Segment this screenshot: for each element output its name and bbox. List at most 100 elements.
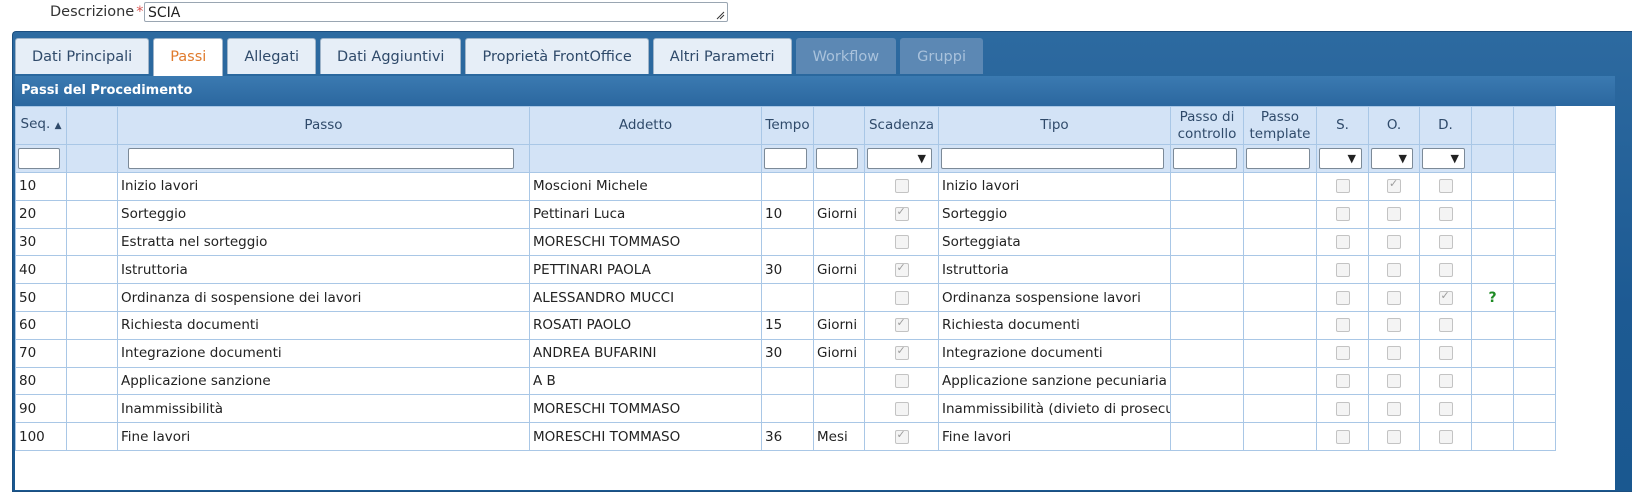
tempo-cell: 36 — [761, 422, 814, 451]
tab-altri-parametri[interactable]: Altri Parametri — [652, 38, 792, 74]
table-row[interactable]: 90 Inammissibilità MORESCHI TOMMASO Inammis… — [15, 394, 1556, 424]
d-checkbox[interactable] — [1438, 318, 1453, 333]
scadenza-checkbox[interactable] — [894, 401, 909, 416]
filter-passo-template-input[interactable] — [1246, 148, 1310, 169]
filter-cell-passo-controllo — [1170, 144, 1244, 173]
col-header-empty-4 — [1513, 106, 1556, 145]
filter-cell-seq — [15, 144, 67, 173]
filter-passo-input[interactable] — [128, 148, 514, 169]
scadenza-checkbox[interactable] — [894, 344, 909, 361]
empty-cell — [1513, 227, 1556, 257]
scadenza-cell — [864, 172, 939, 201]
scadenza-checkbox[interactable] — [894, 261, 909, 277]
d-checkbox[interactable] — [1438, 234, 1453, 249]
o-checkbox[interactable] — [1387, 290, 1401, 305]
table-row[interactable]: 50 Ordinanza di sospensione dei lavori ALE… — [15, 283, 1556, 312]
o-checkbox[interactable] — [1387, 207, 1401, 222]
tab-allegati[interactable]: Allegati — [227, 38, 317, 74]
o-checkbox[interactable] — [1387, 262, 1401, 277]
s-checkbox[interactable] — [1335, 401, 1350, 416]
description-field[interactable]: SCIA — [144, 2, 728, 22]
empty-cell — [1513, 310, 1556, 340]
d-checkbox[interactable] — [1438, 401, 1453, 416]
o-checkbox[interactable] — [1387, 318, 1401, 333]
empty-cell — [66, 199, 118, 229]
d-checkbox[interactable] — [1438, 179, 1453, 194]
chevron-down-icon: ▼ — [1398, 152, 1407, 165]
filter-s-select[interactable]: ▼ — [1319, 148, 1362, 169]
s-checkbox[interactable] — [1335, 429, 1350, 444]
col-header-d[interactable]: D. — [1419, 106, 1472, 145]
filter-cell-passo-template — [1243, 144, 1317, 173]
filter-d-select[interactable]: ▼ — [1422, 148, 1465, 169]
s-checkbox[interactable] — [1335, 290, 1350, 305]
table-row[interactable]: 40IstruttoriaPETTINARI PAOLA30GiorniIstr… — [15, 255, 1556, 285]
scadenza-checkbox[interactable] — [894, 205, 909, 222]
passo-template-cell — [1243, 172, 1317, 201]
tab-dati-principali[interactable]: Dati Principali — [15, 38, 150, 74]
resize-grip-icon[interactable] — [716, 11, 725, 20]
table-row[interactable]: 10 Inizio lavori Moscioni Michele Inizio la… — [15, 172, 1556, 201]
o-checkbox[interactable] — [1387, 234, 1401, 249]
col-header-empty-1 — [66, 106, 118, 145]
s-checkbox[interactable] — [1335, 207, 1350, 222]
table-row[interactable]: 70 Integrazione documenti ANDREA BUFARINI 3… — [15, 338, 1556, 368]
s-checkbox[interactable] — [1335, 179, 1350, 194]
s-checkbox[interactable] — [1335, 262, 1350, 277]
help-cell — [1471, 394, 1514, 424]
d-checkbox[interactable] — [1438, 373, 1453, 388]
filter-tipo-input[interactable] — [941, 148, 1164, 169]
d-checkbox[interactable] — [1438, 262, 1453, 277]
d-checkbox[interactable] — [1438, 207, 1453, 222]
scadenza-checkbox[interactable] — [894, 428, 909, 444]
col-header-passo-controllo[interactable]: Passo di controllo — [1170, 106, 1244, 145]
filter-unita-input[interactable] — [816, 148, 858, 169]
table-row[interactable]: 60 Richiesta documenti ROSATI PAOLO 15 Giorn… — [15, 310, 1556, 340]
d-cell — [1419, 422, 1472, 451]
s-checkbox[interactable] — [1335, 346, 1350, 361]
s-checkbox[interactable] — [1335, 373, 1350, 388]
scadenza-checkbox[interactable] — [894, 179, 909, 194]
d-checkbox[interactable] — [1438, 289, 1453, 305]
col-header-s[interactable]: S. — [1316, 106, 1369, 145]
d-cell — [1419, 366, 1472, 396]
filter-o-select[interactable]: ▼ — [1371, 148, 1413, 169]
tab-passi[interactable]: Passi — [153, 38, 224, 76]
filter-scadenza-select[interactable]: ▼ — [867, 148, 932, 169]
addetto-cell: MORESCHI TOMMASO — [529, 394, 762, 424]
col-header-seq[interactable]: Seq. ▲ — [15, 106, 67, 145]
help-icon[interactable]: ? — [1488, 290, 1496, 306]
tab-content: Passi del Procedimento Seq. ▲ Passo Adde… — [15, 76, 1615, 490]
filter-seq-input[interactable] — [18, 148, 60, 169]
filter-tempo-input[interactable] — [764, 148, 807, 169]
help-cell — [1471, 422, 1514, 451]
o-checkbox[interactable] — [1387, 346, 1401, 361]
scadenza-checkbox[interactable] — [894, 316, 909, 333]
col-header-addetto[interactable]: Addetto — [529, 106, 762, 145]
d-checkbox[interactable] — [1438, 429, 1453, 444]
col-header-o[interactable]: O. — [1368, 106, 1420, 145]
table-row[interactable]: 30 Estratta nel sorteggio MORESCHI TOMMASO… — [15, 227, 1556, 257]
col-header-tempo[interactable]: Tempo — [761, 106, 814, 145]
d-checkbox[interactable] — [1438, 346, 1453, 361]
col-header-passo-template[interactable]: Passo template — [1243, 106, 1317, 145]
table-row[interactable]: 100Fine lavoriMORESCHI TOMMASO36MesiFine… — [15, 422, 1556, 451]
col-header-tipo[interactable]: Tipo — [938, 106, 1171, 145]
o-checkbox[interactable] — [1387, 401, 1401, 416]
table-row[interactable]: 20SorteggioPettinari Luca10GiorniSortegg… — [15, 199, 1556, 229]
tab-dati-aggiuntivi[interactable]: Dati Aggiuntivi — [320, 38, 462, 74]
col-header-scadenza[interactable]: Scadenza — [864, 106, 939, 145]
col-header-passo[interactable]: Passo — [117, 106, 530, 145]
table-row[interactable]: 80 Applicazione sanzione A B Applicazione s… — [15, 366, 1556, 396]
empty-cell — [1513, 366, 1556, 396]
o-checkbox[interactable] — [1387, 373, 1401, 388]
scadenza-checkbox[interactable] — [894, 290, 909, 305]
s-checkbox[interactable] — [1335, 318, 1350, 333]
o-checkbox[interactable] — [1387, 177, 1401, 194]
scadenza-checkbox[interactable] — [894, 234, 909, 249]
tab-propriet-frontoffice[interactable]: Proprietà FrontOffice — [465, 38, 649, 74]
scadenza-checkbox[interactable] — [894, 373, 909, 388]
s-checkbox[interactable] — [1335, 234, 1350, 249]
o-checkbox[interactable] — [1387, 429, 1401, 444]
filter-passo-controllo-input[interactable] — [1173, 148, 1237, 169]
